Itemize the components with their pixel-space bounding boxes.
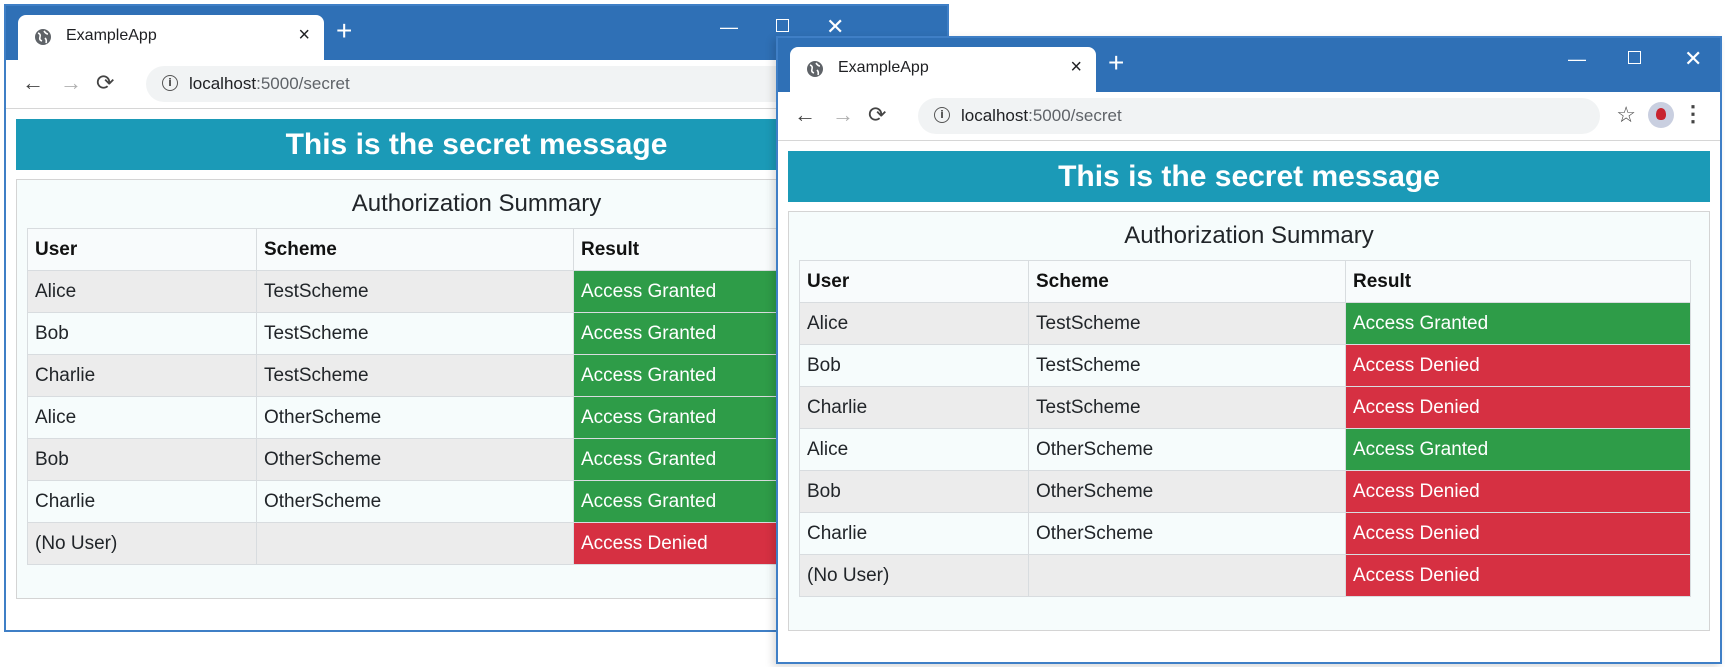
summary-panel: Authorization Summary User Scheme Result… <box>788 211 1710 631</box>
cell-result: Access Denied <box>1345 344 1691 387</box>
browser-tab[interactable]: ExampleApp × <box>18 15 324 60</box>
column-header-scheme: Scheme <box>1028 260 1346 303</box>
browser-menu-icon[interactable]: ⋮ <box>1682 101 1704 127</box>
info-icon[interactable]: i <box>162 75 178 91</box>
cell-scheme: OtherScheme <box>1028 470 1346 513</box>
table-row: Bob TestScheme Access Denied <box>799 344 1691 387</box>
cell-scheme: OtherScheme <box>256 438 574 481</box>
bookmark-star-icon[interactable]: ☆ <box>1616 102 1636 128</box>
table-row: Charlie OtherScheme Access Denied <box>799 512 1691 555</box>
cell-scheme: OtherScheme <box>1028 428 1346 471</box>
minimize-button[interactable]: — <box>720 12 740 42</box>
url-path: :5000/secret <box>1028 106 1122 125</box>
url-text: localhost:5000/secret <box>189 74 350 94</box>
table-row: Alice OtherScheme Access Granted <box>799 428 1691 471</box>
maximize-button[interactable] <box>776 19 789 32</box>
cell-result: Access Denied <box>1345 386 1691 429</box>
table-row: Bob OtherScheme Access Denied <box>799 470 1691 513</box>
column-header-user: User <box>799 260 1029 303</box>
url-path: :5000/secret <box>256 74 350 93</box>
table-row: Charlie TestScheme Access Denied <box>799 386 1691 429</box>
cell-user: Charlie <box>27 354 257 397</box>
browser-tab[interactable]: ExampleApp × <box>790 47 1096 92</box>
new-tab-button[interactable]: + <box>336 16 352 46</box>
cell-user: Bob <box>27 312 257 355</box>
table-row: Alice TestScheme Access Granted <box>799 302 1691 345</box>
cell-user: Alice <box>27 396 257 439</box>
cell-scheme <box>256 522 574 565</box>
url-text: localhost:5000/secret <box>961 106 1122 126</box>
forward-button[interactable]: → <box>60 72 82 94</box>
info-icon[interactable]: i <box>934 107 950 123</box>
back-button[interactable]: ← <box>22 72 44 94</box>
minimize-button[interactable]: — <box>1568 44 1588 74</box>
url-host: localhost <box>961 106 1029 125</box>
cell-user: Charlie <box>27 480 257 523</box>
column-header-scheme: Scheme <box>256 228 574 271</box>
cell-result: Access Denied <box>1345 512 1691 555</box>
reload-button[interactable]: ⟳ <box>868 104 886 126</box>
cell-user: (No User) <box>799 554 1029 597</box>
forward-button[interactable]: → <box>832 104 854 126</box>
cell-scheme: TestScheme <box>256 270 574 313</box>
cell-result: Access Granted <box>1345 428 1691 471</box>
back-button[interactable]: ← <box>794 104 816 126</box>
close-window-button[interactable]: ✕ <box>1684 44 1702 74</box>
cell-user: Bob <box>799 344 1029 387</box>
new-tab-button[interactable]: + <box>1108 48 1124 78</box>
url-host: localhost <box>189 74 257 93</box>
tab-title: ExampleApp <box>66 27 157 44</box>
column-header-result: Result <box>1345 260 1691 303</box>
browser-window-right: ExampleApp × + — ✕ ← → ⟳ i localhost:500… <box>776 36 1722 664</box>
tab-close-icon[interactable]: × <box>298 24 310 47</box>
maximize-button[interactable] <box>1628 51 1641 64</box>
cell-user: Bob <box>799 470 1029 513</box>
cell-scheme: TestScheme <box>1028 302 1346 345</box>
cell-scheme: TestScheme <box>1028 344 1346 387</box>
page-content: This is the secret message Authorization… <box>778 141 1720 662</box>
cell-user: Bob <box>27 438 257 481</box>
tab-title: ExampleApp <box>838 59 929 76</box>
cell-user: Alice <box>799 302 1029 345</box>
cell-scheme: OtherScheme <box>256 396 574 439</box>
cell-result: Access Denied <box>1345 554 1691 597</box>
profile-avatar[interactable] <box>1648 102 1674 128</box>
cell-user: Charlie <box>799 512 1029 555</box>
browser-toolbar: ← → ⟳ i localhost:5000/secret ☆ ⋮ <box>778 92 1720 141</box>
title-bar: ExampleApp × + — ✕ <box>778 38 1720 92</box>
summary-title: Authorization Summary <box>1124 222 1374 249</box>
address-bar[interactable]: i localhost:5000/secret <box>918 98 1600 134</box>
cell-scheme: OtherScheme <box>1028 512 1346 555</box>
cell-result: Access Denied <box>1345 470 1691 513</box>
cell-scheme: TestScheme <box>256 354 574 397</box>
table-row: (No User) Access Denied <box>799 554 1691 597</box>
tab-close-icon[interactable]: × <box>1070 56 1082 79</box>
table-header-row: User Scheme Result <box>799 260 1691 303</box>
cell-scheme: TestScheme <box>1028 386 1346 429</box>
cell-user: (No User) <box>27 522 257 565</box>
cell-user: Alice <box>799 428 1029 471</box>
column-header-user: User <box>27 228 257 271</box>
cell-scheme <box>1028 554 1346 597</box>
cell-result: Access Granted <box>1345 302 1691 345</box>
reload-button[interactable]: ⟳ <box>96 72 114 94</box>
cell-user: Alice <box>27 270 257 313</box>
authorization-table: User Scheme Result Alice TestScheme Access… <box>799 260 1691 597</box>
cell-scheme: TestScheme <box>256 312 574 355</box>
globe-icon <box>807 61 823 77</box>
globe-icon <box>35 29 51 45</box>
cell-scheme: OtherScheme <box>256 480 574 523</box>
page-banner: This is the secret message <box>788 151 1710 202</box>
cell-user: Charlie <box>799 386 1029 429</box>
